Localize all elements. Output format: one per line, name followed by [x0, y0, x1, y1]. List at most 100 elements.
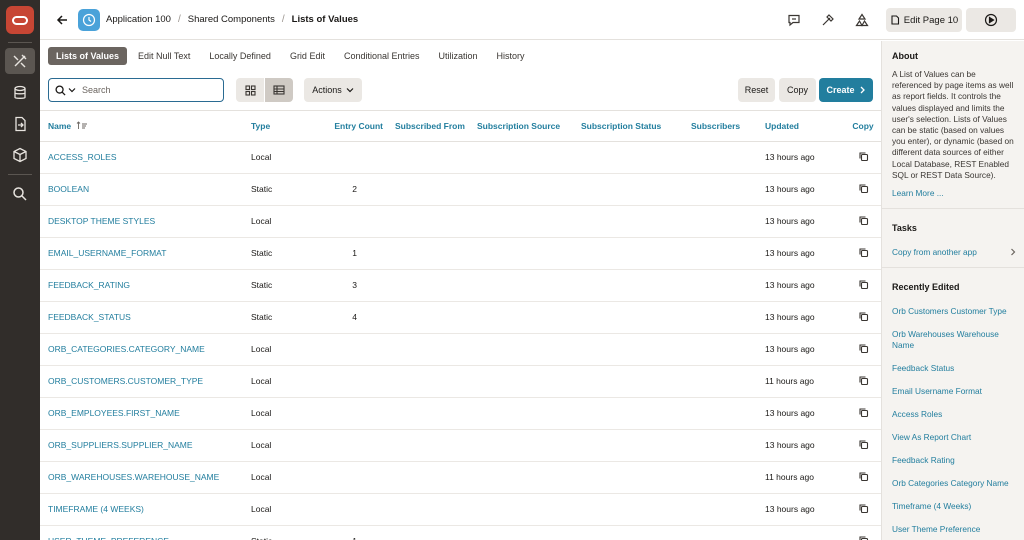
- copy-row-button[interactable]: [845, 237, 881, 270]
- recently-edited-item[interactable]: Email Username Format: [882, 386, 1024, 397]
- recently-edited-item[interactable]: View As Report Chart: [882, 432, 1024, 443]
- column-header-subscription-status[interactable]: Subscription Status: [581, 111, 673, 142]
- chevron-down-icon[interactable]: [68, 86, 76, 94]
- recently-edited-item[interactable]: Access Roles: [882, 409, 1024, 420]
- sort-ascending-icon[interactable]: [76, 121, 88, 130]
- task-copy-link[interactable]: Copy from another app: [882, 247, 977, 257]
- copy-icon[interactable]: [858, 503, 869, 516]
- recently-edited-item[interactable]: User Theme Preference: [882, 524, 1024, 535]
- database-icon[interactable]: [5, 80, 35, 106]
- recently-edited-item[interactable]: Orb Warehouses Warehouse Name: [882, 329, 1024, 351]
- back-arrow-icon[interactable]: [54, 12, 70, 28]
- column-header-name[interactable]: Name: [40, 111, 251, 142]
- copy-icon[interactable]: [858, 279, 869, 292]
- table-row: ACCESS_ROLES Local 13 hours ago: [40, 141, 881, 174]
- copy-icon[interactable]: [858, 375, 869, 388]
- recently-edited-item[interactable]: Orb Customers Customer Type: [882, 306, 1024, 317]
- copy-row-button[interactable]: [845, 429, 881, 462]
- recently-edited-item[interactable]: Orb Categories Category Name: [882, 478, 1024, 489]
- lov-name-link[interactable]: FEEDBACK_RATING: [40, 269, 251, 302]
- tab-lists-of-values[interactable]: Lists of Values: [48, 46, 128, 65]
- search-icon[interactable]: [5, 181, 35, 207]
- oracle-logo-icon[interactable]: [6, 6, 34, 34]
- lov-name-link[interactable]: ORB_WAREHOUSES.WAREHOUSE_NAME: [40, 461, 251, 494]
- column-header-type[interactable]: Type: [251, 111, 305, 142]
- recently-edited-item[interactable]: Timeframe (4 Weeks): [882, 501, 1024, 512]
- tab-conditional-entries[interactable]: Conditional Entries: [336, 47, 428, 65]
- chevron-down-icon: [346, 88, 354, 93]
- copy-row-button[interactable]: [845, 141, 881, 174]
- column-header-entry-count[interactable]: Entry Count: [305, 111, 383, 142]
- lov-name-link[interactable]: ORB_CUSTOMERS.CUSTOMER_TYPE: [40, 365, 251, 398]
- recently-edited-item[interactable]: Feedback Rating: [882, 455, 1024, 466]
- gallery-package-icon[interactable]: [5, 142, 35, 168]
- lov-name-link[interactable]: ORB_SUPPLIERS.SUPPLIER_NAME: [40, 429, 251, 462]
- tab-edit-null-text[interactable]: Edit Null Text: [130, 47, 198, 65]
- shared-components-icon[interactable]: [848, 6, 876, 34]
- copy-row-button[interactable]: [845, 269, 881, 302]
- lov-subscription-source: [469, 493, 581, 526]
- task-copy-from-another-app[interactable]: Copy from another app: [882, 247, 1024, 257]
- run-page-button[interactable]: [966, 8, 1016, 32]
- search-input[interactable]: [82, 85, 212, 95]
- lov-name-link[interactable]: ACCESS_ROLES: [40, 141, 251, 174]
- copy-row-button[interactable]: [845, 397, 881, 430]
- reset-button[interactable]: Reset: [738, 78, 775, 102]
- app-builder-tools-icon[interactable]: [5, 48, 35, 74]
- copy-icon[interactable]: [858, 535, 869, 540]
- report-view-button[interactable]: [265, 78, 293, 102]
- tab-grid-edit[interactable]: Grid Edit: [282, 47, 333, 65]
- copy-row-button[interactable]: [845, 493, 881, 526]
- column-header-updated[interactable]: Updated: [765, 111, 845, 142]
- lov-subscribed-from: [383, 269, 469, 302]
- copy-row-button[interactable]: [845, 365, 881, 398]
- copy-row-button[interactable]: [845, 205, 881, 238]
- copy-icon[interactable]: [858, 151, 869, 164]
- copy-row-button[interactable]: [845, 461, 881, 494]
- lov-name-link[interactable]: FEEDBACK_STATUS: [40, 301, 251, 334]
- tab-locally-defined[interactable]: Locally Defined: [201, 47, 279, 65]
- lov-name-link[interactable]: ORB_CATEGORIES.CATEGORY_NAME: [40, 333, 251, 366]
- column-header-subscribers[interactable]: Subscribers: [673, 111, 765, 142]
- actions-menu-button[interactable]: Actions: [304, 78, 362, 102]
- tab-history[interactable]: History: [489, 47, 533, 65]
- lov-type: Local: [251, 397, 305, 430]
- copy-icon[interactable]: [858, 407, 869, 420]
- search-box[interactable]: [48, 78, 224, 102]
- lov-name-link[interactable]: EMAIL_USERNAME_FORMAT: [40, 237, 251, 270]
- developer-tools-icon[interactable]: [814, 6, 842, 34]
- column-header-subscription-source[interactable]: Subscription Source: [469, 111, 581, 142]
- lov-name-link[interactable]: USER_THEME_PREFERENCE: [40, 525, 251, 540]
- copy-icon[interactable]: [858, 439, 869, 452]
- recently-edited-item[interactable]: Feedback Status: [882, 363, 1024, 374]
- copy-icon[interactable]: [858, 247, 869, 260]
- sql-workshop-icon[interactable]: [5, 111, 35, 137]
- application-icon[interactable]: [78, 8, 100, 31]
- edit-page-button[interactable]: Edit Page 10: [886, 8, 962, 32]
- copy-icon[interactable]: [858, 471, 869, 484]
- lov-name-link[interactable]: DESKTOP THEME STYLES: [40, 205, 251, 238]
- copy-icon[interactable]: [858, 311, 869, 324]
- copy-row-button[interactable]: [845, 301, 881, 334]
- lov-name-link[interactable]: BOOLEAN: [40, 173, 251, 206]
- icon-view-button[interactable]: [236, 78, 264, 102]
- lov-name-link[interactable]: TIMEFRAME (4 WEEKS): [40, 493, 251, 526]
- search-icon[interactable]: [55, 84, 66, 96]
- copy-row-button[interactable]: [845, 333, 881, 366]
- copy-icon[interactable]: [858, 183, 869, 196]
- chat-icon[interactable]: [780, 6, 808, 34]
- breadcrumb-application[interactable]: Application 100: [106, 14, 171, 25]
- lov-subscription-status: [581, 141, 673, 174]
- copy-row-button[interactable]: [845, 525, 881, 540]
- column-header-subscribed-from[interactable]: Subscribed From: [383, 111, 469, 142]
- copy-icon[interactable]: [858, 343, 869, 356]
- lov-name-link[interactable]: ORB_EMPLOYEES.FIRST_NAME: [40, 397, 251, 430]
- create-button[interactable]: Create: [819, 78, 873, 102]
- copy-button[interactable]: Copy: [779, 78, 816, 102]
- copy-icon[interactable]: [858, 215, 869, 228]
- breadcrumb-shared-components[interactable]: Shared Components: [188, 14, 275, 25]
- lov-subscription-status: [581, 397, 673, 430]
- tab-utilization[interactable]: Utilization: [431, 47, 486, 65]
- learn-more-link[interactable]: Learn More ...: [882, 188, 1024, 198]
- copy-row-button[interactable]: [845, 173, 881, 206]
